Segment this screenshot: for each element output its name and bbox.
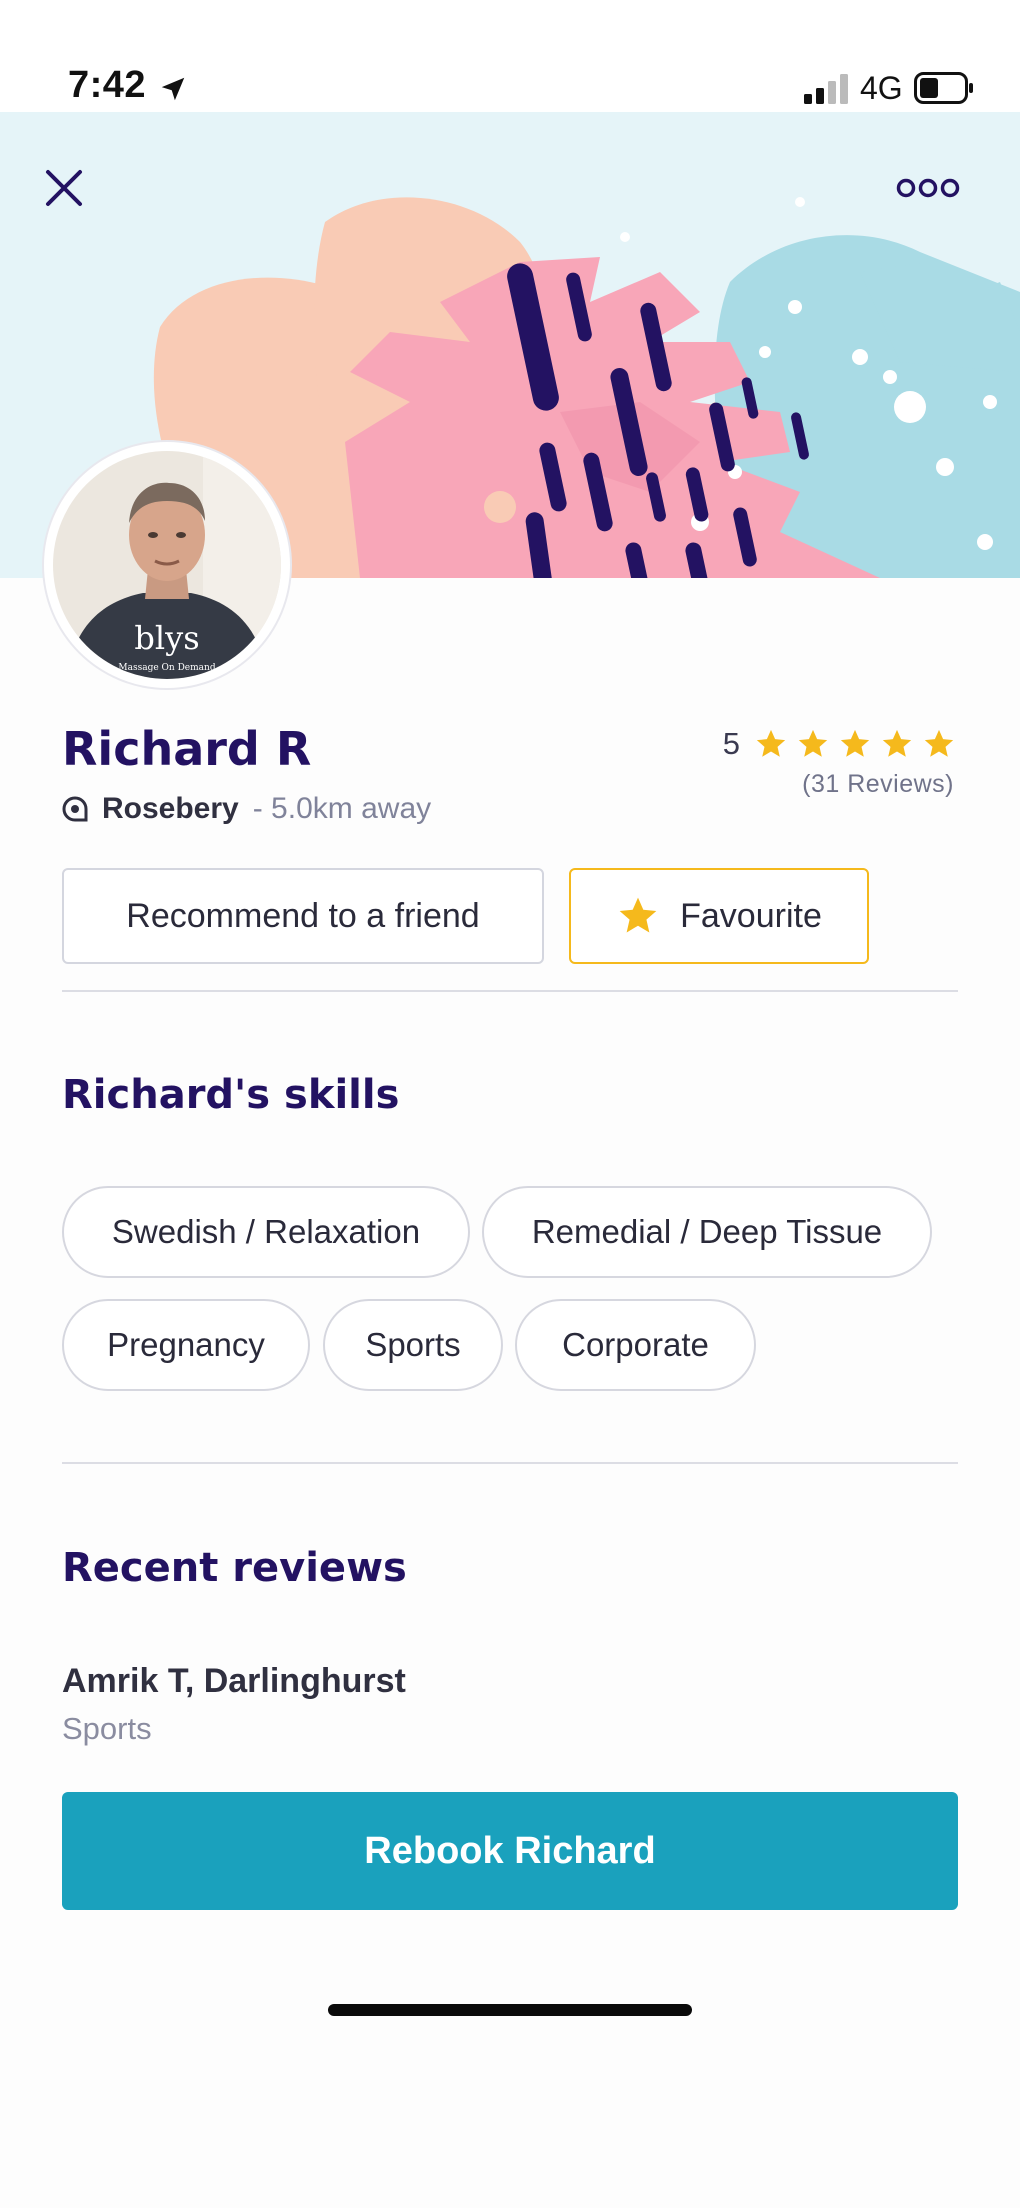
therapist-name: Richard R — [62, 722, 312, 776]
shirt-logo-subtext: Massage On Demand — [118, 663, 215, 673]
signal-icon — [804, 74, 848, 104]
skill-chip[interactable]: Pregnancy — [62, 1299, 310, 1391]
star-icon — [840, 729, 870, 757]
reviews-count[interactable]: (31 Reviews) — [802, 770, 954, 799]
rebook-button[interactable]: Rebook Richard — [62, 1792, 958, 1910]
star-icon — [882, 729, 912, 757]
more-icon — [896, 178, 960, 198]
star-icon — [619, 897, 657, 933]
divider — [62, 1462, 958, 1464]
location: Rosebery - 5.0km away — [62, 792, 431, 826]
avatar: blys Massage On Demand — [44, 442, 290, 688]
close-button[interactable] — [44, 168, 104, 228]
battery-icon — [914, 72, 973, 104]
status-bar: 7:42 4G — [0, 0, 1020, 112]
star-icon — [756, 729, 786, 757]
star-icon — [924, 729, 954, 757]
favourite-button[interactable]: Favourite — [569, 868, 869, 964]
divider — [62, 990, 958, 992]
status-time: 7:42 — [68, 64, 147, 106]
review-author: Amrik T, Darlinghurst — [62, 1662, 406, 1700]
star-icon — [798, 729, 828, 757]
skill-chip[interactable]: Swedish / Relaxation — [62, 1186, 470, 1278]
location-pin-icon — [62, 796, 88, 822]
skill-chip[interactable]: Corporate — [515, 1299, 756, 1391]
location-arrow-icon — [161, 77, 185, 101]
favourite-label: Favourite — [680, 896, 822, 935]
recommend-button[interactable]: Recommend to a friend — [62, 868, 544, 964]
suburb: Rosebery — [102, 792, 239, 825]
network-type: 4G — [860, 70, 903, 106]
more-options-button[interactable] — [896, 176, 972, 220]
distance: - 5.0km away — [252, 792, 432, 825]
close-icon — [46, 170, 82, 206]
rating-value: 5 — [722, 726, 740, 761]
shirt-logo-text: blys — [134, 619, 199, 657]
skills-title: Richard's skills — [62, 1072, 400, 1118]
reviews-title: Recent reviews — [62, 1545, 407, 1591]
skill-chip[interactable]: Remedial / Deep Tissue — [482, 1186, 932, 1278]
rating: 5 — [723, 726, 956, 762]
skill-chip[interactable]: Sports — [323, 1299, 503, 1391]
home-indicator[interactable] — [328, 2004, 692, 2016]
therapist-photo: blys Massage On Demand — [53, 451, 281, 679]
review-service: Sports — [62, 1711, 152, 1746]
